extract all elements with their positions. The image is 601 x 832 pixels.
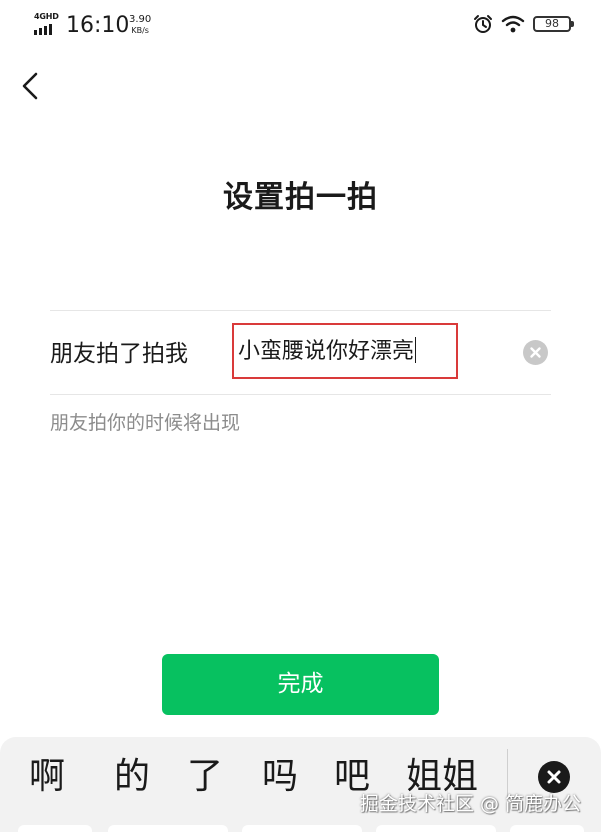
screen: 4GHD 16:10 3.90 KB/s 98 设置拍一拍 朋友拍了拍我 小蛮腰… — [0, 0, 601, 832]
battery-icon: 98 — [533, 16, 574, 32]
candidate-3[interactable]: 了 — [187, 755, 223, 799]
key-stub[interactable] — [108, 825, 228, 832]
status-time: 16:10 — [66, 13, 130, 38]
speed-value: 3.90 — [129, 14, 152, 25]
keyboard-candidate-bar: 啊 的 了 吗 吧 姐姐 — [0, 737, 601, 832]
back-button[interactable] — [14, 66, 50, 106]
speed-unit: KB/s — [131, 26, 149, 35]
keyboard-keys-row — [0, 825, 601, 832]
page-title: 设置拍一拍 — [223, 180, 378, 215]
network-type: 4GHD — [34, 12, 59, 21]
clear-circle-icon[interactable] — [523, 340, 548, 365]
chevron-left-icon — [22, 72, 38, 100]
alarm-icon — [474, 15, 492, 33]
candidate-1[interactable]: 啊 — [29, 755, 65, 799]
pat-suffix-text: 小蛮腰说你好漂亮 — [238, 339, 415, 364]
watermark: 掘金技术社区 @ 简鹿办公 — [359, 793, 581, 815]
key-stub[interactable] — [376, 825, 496, 832]
done-button[interactable]: 完成 — [162, 654, 439, 715]
pat-suffix-value[interactable]: 小蛮腰说你好漂亮 — [238, 337, 417, 367]
status-bar: 4GHD 16:10 3.90 KB/s 98 — [0, 0, 601, 52]
key-stub[interactable] — [18, 825, 92, 832]
candidate-2[interactable]: 的 — [114, 755, 150, 799]
status-icons: 98 — [473, 14, 574, 34]
pat-label: 朋友拍了拍我 — [50, 341, 188, 367]
clear-x-glyph — [530, 347, 541, 358]
signal-icon: 4GHD — [34, 12, 60, 38]
hint-text: 朋友拍你的时候将出现 — [50, 412, 241, 434]
network-speed: 3.90 KB/s — [129, 15, 151, 36]
candidate-4[interactable]: 吗 — [262, 755, 298, 799]
text-caret — [415, 337, 417, 363]
key-stub[interactable] — [510, 825, 584, 832]
divider-top — [50, 310, 551, 311]
wifi-icon — [501, 15, 525, 33]
key-stub[interactable] — [242, 825, 362, 832]
pat-suffix-input[interactable]: 小蛮腰说你好漂亮 — [232, 323, 458, 379]
divider-bottom — [50, 394, 551, 395]
